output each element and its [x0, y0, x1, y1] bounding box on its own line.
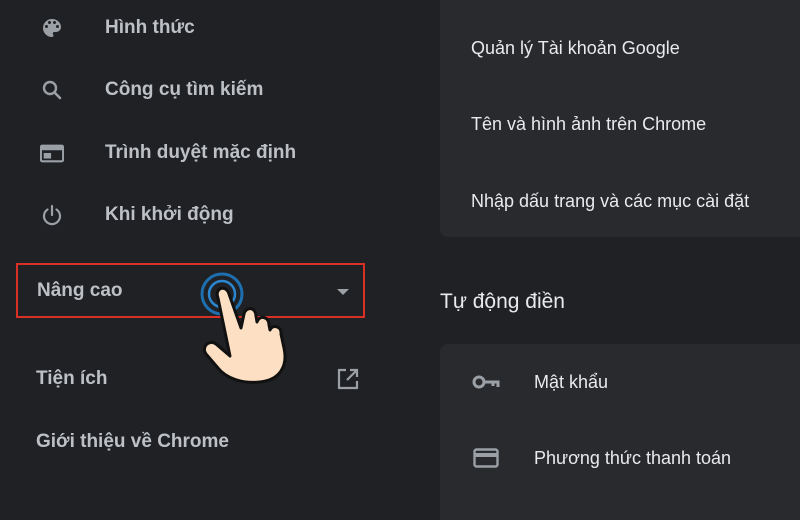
sidebar-item-default-browser[interactable]: Trình duyệt mặc định	[0, 133, 400, 173]
credit-card-icon	[472, 444, 500, 472]
sidebar-item-appearance[interactable]: Hình thức	[0, 8, 400, 48]
autofill-card: Mật khẩu Phương thức thanh toán	[440, 344, 800, 520]
row-label: Mật khẩu	[534, 371, 609, 392]
settings-main: Quản lý Tài khoản Google Tên và hình ảnh…	[400, 0, 800, 520]
sidebar-item-extensions[interactable]: Tiện ích	[0, 359, 380, 399]
chevron-down-icon	[337, 289, 349, 295]
sidebar-item-label: Công cụ tìm kiếm	[105, 79, 264, 100]
key-icon	[472, 368, 500, 396]
sidebar-item-label: Trình duyệt mặc định	[105, 142, 297, 163]
external-link-icon[interactable]	[336, 367, 360, 391]
palette-icon	[40, 16, 64, 40]
sidebar-item-label: Hình thức	[105, 17, 195, 38]
browser-window-icon	[40, 141, 64, 165]
chrome-name-and-picture-row[interactable]: Tên và hình ảnh trên Chrome	[440, 86, 800, 162]
import-bookmarks-settings-row[interactable]: Nhập dấu trang và các mục cài đặt	[440, 163, 800, 239]
sidebar-item-on-startup[interactable]: Khi khởi động	[0, 195, 400, 235]
autofill-section-title: Tự động điền	[440, 290, 565, 313]
row-label: Quản lý Tài khoản Google	[471, 37, 680, 58]
sidebar-item-label: Tiện ích	[36, 368, 108, 389]
sidebar-item-about-chrome[interactable]: Giới thiệu về Chrome	[0, 422, 380, 462]
settings-sidebar: Hình thức Công cụ tìm kiếm Trình duyệt m…	[0, 0, 400, 520]
sidebar-item-advanced[interactable]: Nâng cao	[16, 263, 365, 318]
sidebar-item-label: Giới thiệu về Chrome	[36, 431, 229, 452]
sidebar-item-label: Khi khởi động	[105, 204, 234, 225]
advanced-label: Nâng cao	[37, 279, 123, 301]
you-and-google-card: Quản lý Tài khoản Google Tên và hình ảnh…	[440, 0, 800, 237]
row-label: Tên và hình ảnh trên Chrome	[471, 113, 707, 134]
power-icon	[40, 203, 64, 227]
payment-methods-row[interactable]: Phương thức thanh toán	[440, 420, 800, 496]
search-icon	[40, 78, 64, 102]
row-label: Nhập dấu trang và các mục cài đặt	[471, 190, 750, 211]
passwords-row[interactable]: Mật khẩu	[440, 344, 800, 420]
manage-google-account-row[interactable]: Quản lý Tài khoản Google	[440, 10, 800, 86]
row-label: Phương thức thanh toán	[534, 447, 732, 468]
sidebar-item-search-engine[interactable]: Công cụ tìm kiếm	[0, 70, 400, 110]
